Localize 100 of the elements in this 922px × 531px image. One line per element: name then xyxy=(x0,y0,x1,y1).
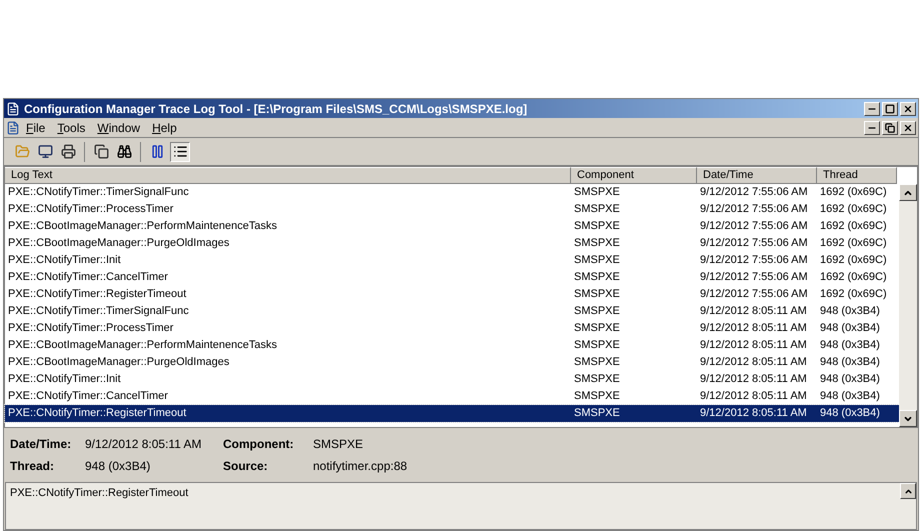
menu-item[interactable]: File xyxy=(26,118,46,136)
table-cell: PXE::CBootImageManager::PurgeOldImages xyxy=(8,237,230,249)
table-row[interactable]: PXE::CBootImageManager::PerformMaintenenceTasks SMSPXE 9/12/2012 7:55:06 AM 1692 (0x69C) xyxy=(5,218,899,235)
table-cell: 9/12/2012 7:55:06 AM xyxy=(700,254,808,266)
table-cell: 948 (0x3B4) xyxy=(820,373,880,385)
table-cell: 9/12/2012 7:55:06 AM xyxy=(700,220,808,232)
table-cell: PXE::CBootImageManager::PerformMaintenenceTasks xyxy=(8,220,278,232)
document-icon xyxy=(6,120,20,134)
table-cell: SMSPXE xyxy=(574,288,620,300)
scroll-down-button[interactable] xyxy=(899,410,917,427)
maximize-button[interactable] xyxy=(882,102,898,116)
table-row[interactable]: PXE::CNotifyTimer::RegisterTimeout SMSPXE 9/12/2012 8:05:11 AM 948 (0x3B4) xyxy=(5,405,899,422)
table-cell: SMSPXE xyxy=(574,339,620,351)
close-button[interactable] xyxy=(900,102,916,116)
maximize-icon xyxy=(885,104,895,114)
printer-icon xyxy=(60,144,76,159)
pause-icon xyxy=(150,144,164,159)
table-cell: 948 (0x3B4) xyxy=(820,407,880,419)
table-cell: PXE::CNotifyTimer::Init xyxy=(8,254,121,266)
table-row[interactable]: PXE::CBootImageManager::PurgeOldImages SMSPXE 9/12/2012 7:55:06 AM 1692 (0x69C) xyxy=(5,235,899,252)
table-cell: 1692 (0x69C) xyxy=(820,203,887,215)
detail-label: Date/Time: xyxy=(10,436,72,453)
table-cell: PXE::CNotifyTimer::ProcessTimer xyxy=(8,203,174,215)
detail-label: Thread: xyxy=(10,458,56,475)
close-button[interactable] xyxy=(900,120,916,134)
monitor-icon xyxy=(38,144,52,159)
list-icon xyxy=(172,144,188,159)
column-header[interactable]: Thread xyxy=(817,167,897,184)
table-cell: 948 (0x3B4) xyxy=(820,356,880,368)
close-icon xyxy=(903,122,913,132)
table-cell: SMSPXE xyxy=(574,203,620,215)
table-row[interactable]: PXE::CBootImageManager::PurgeOldImages SMSPXE 9/12/2012 8:05:11 AM 948 (0x3B4) xyxy=(5,354,899,371)
table-cell: SMSPXE xyxy=(574,407,620,419)
detail-value: 9/12/2012 8:05:11 AM xyxy=(85,436,203,453)
minimize-button[interactable] xyxy=(864,120,880,134)
scroll-up-button[interactable] xyxy=(899,184,917,201)
table-cell: 9/12/2012 8:05:11 AM xyxy=(700,339,807,351)
table-cell: 9/12/2012 8:05:11 AM xyxy=(700,305,807,317)
table-cell: 1692 (0x69C) xyxy=(820,220,887,232)
table-cell: SMSPXE xyxy=(574,356,620,368)
restore-button[interactable] xyxy=(882,120,898,134)
table-cell: 9/12/2012 8:05:11 AM xyxy=(700,390,807,402)
table-row[interactable]: PXE::CNotifyTimer::CancelTimer SMSPXE 9/12/2012 8:05:11 AM 948 (0x3B4) xyxy=(5,388,899,405)
table-row[interactable]: PXE::CNotifyTimer::RegisterTimeout SMSPXE 9/12/2012 7:55:06 AM 1692 (0x69C) xyxy=(5,286,899,303)
table-cell: SMSPXE xyxy=(574,271,620,283)
table-cell: 9/12/2012 7:55:06 AM xyxy=(700,186,808,198)
detail-value: notifytimer.cpp:88 xyxy=(313,458,408,475)
table-cell: 9/12/2012 7:55:06 AM xyxy=(700,288,808,300)
table-cell: 1692 (0x69C) xyxy=(820,271,887,283)
close-icon xyxy=(903,104,913,114)
table-cell: PXE::CNotifyTimer::TimerSignalFunc xyxy=(8,186,189,198)
detail-label: Component: xyxy=(223,436,295,453)
table-cell: PXE::CNotifyTimer::RegisterTimeout xyxy=(8,288,186,300)
menu-item[interactable]: Tools xyxy=(57,118,86,136)
table-cell: 1692 (0x69C) xyxy=(820,186,887,198)
table-row[interactable]: PXE::CNotifyTimer::TimerSignalFunc SMSPXE 9/12/2012 8:05:11 AM 948 (0x3B4) xyxy=(5,303,899,320)
table-cell: PXE::CNotifyTimer::CancelTimer xyxy=(8,271,168,283)
app-icon xyxy=(6,102,20,116)
table-cell: PXE::CNotifyTimer::RegisterTimeout xyxy=(8,407,186,419)
binoculars-icon xyxy=(116,144,132,159)
table-cell: SMSPXE xyxy=(574,220,620,232)
minimize-button[interactable] xyxy=(864,102,880,116)
table-cell: PXE::CNotifyTimer::CancelTimer xyxy=(8,390,168,402)
table-cell: 1692 (0x69C) xyxy=(820,254,887,266)
table-cell: 9/12/2012 8:05:11 AM xyxy=(700,373,807,385)
table-cell: SMSPXE xyxy=(574,186,620,198)
folder-icon xyxy=(14,144,30,159)
table-cell: SMSPXE xyxy=(574,305,620,317)
column-header[interactable]: Component xyxy=(571,167,697,184)
scrollbar[interactable] xyxy=(899,184,917,427)
menu-item[interactable]: Window xyxy=(97,118,140,136)
window-title: Configuration Manager Trace Log Tool - [E:\Program Files\SMS_CCM\Logs\SMSPXE.log] xyxy=(24,100,528,118)
table-cell: 948 (0x3B4) xyxy=(820,322,880,334)
column-header[interactable]: Log Text xyxy=(5,167,571,184)
column-header[interactable]: Date/Time xyxy=(697,167,817,184)
list-button[interactable] xyxy=(170,142,190,162)
table-row[interactable]: PXE::CBootImageManager::PerformMaintenenceTasks SMSPXE 9/12/2012 8:05:11 AM 948 (0x3B4) xyxy=(5,337,899,354)
message-text: PXE::CNotifyTimer::RegisterTimeout xyxy=(10,487,188,499)
table-cell: 948 (0x3B4) xyxy=(820,390,880,402)
table-cell: SMSPXE xyxy=(574,237,620,249)
table-cell: 948 (0x3B4) xyxy=(820,305,880,317)
table-cell: 9/12/2012 7:55:06 AM xyxy=(700,271,808,283)
detail-value: 948 (0x3B4) xyxy=(85,458,152,475)
table-cell: 948 (0x3B4) xyxy=(820,339,880,351)
menu-item[interactable]: Help xyxy=(152,118,177,136)
table-cell: SMSPXE xyxy=(574,254,620,266)
table-row[interactable]: PXE::CNotifyTimer::Init SMSPXE 9/12/2012 7:55:06 AM 1692 (0x69C) xyxy=(5,252,899,269)
table-row[interactable]: PXE::CNotifyTimer::ProcessTimer SMSPXE 9/12/2012 8:05:11 AM 948 (0x3B4) xyxy=(5,320,899,337)
table-cell: 1692 (0x69C) xyxy=(820,288,887,300)
table-cell: 9/12/2012 8:05:11 AM xyxy=(700,356,807,368)
table-cell: PXE::CNotifyTimer::Init xyxy=(8,373,121,385)
table-row[interactable]: PXE::CNotifyTimer::Init SMSPXE 9/12/2012 8:05:11 AM 948 (0x3B4) xyxy=(5,371,899,388)
table-cell: 9/12/2012 7:55:06 AM xyxy=(700,237,808,249)
table-cell: PXE::CBootImageManager::PurgeOldImages xyxy=(8,356,230,368)
copy-icon xyxy=(94,144,108,159)
table-row[interactable]: PXE::CNotifyTimer::TimerSignalFunc SMSPXE 9/12/2012 7:55:06 AM 1692 (0x69C) xyxy=(5,184,899,201)
table-row[interactable]: PXE::CNotifyTimer::CancelTimer SMSPXE 9/12/2012 7:55:06 AM 1692 (0x69C) xyxy=(5,269,899,286)
scroll-up-button[interactable] xyxy=(900,483,916,499)
table-row[interactable]: PXE::CNotifyTimer::ProcessTimer SMSPXE 9/12/2012 7:55:06 AM 1692 (0x69C) xyxy=(5,201,899,218)
detail-value: SMSPXE xyxy=(313,436,364,453)
